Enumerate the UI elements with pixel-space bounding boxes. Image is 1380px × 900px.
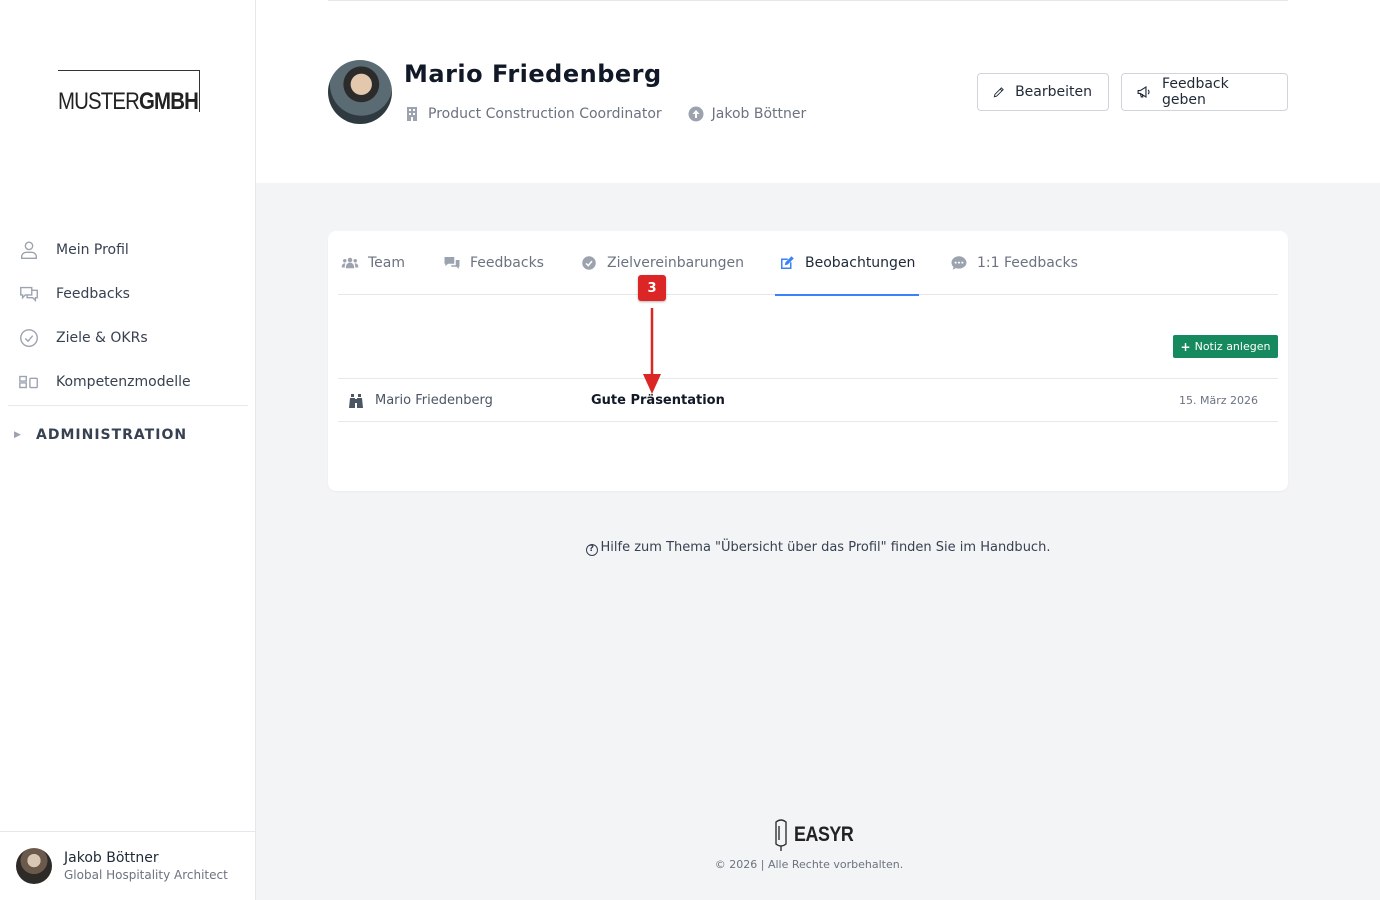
sidebar-item-mein-profil[interactable]: Mein Profil: [8, 228, 248, 272]
profile-position-text: Product Construction Coordinator: [428, 106, 662, 122]
sidebar-item-label: Feedbacks: [56, 286, 130, 302]
tab-label: Zielvereinbarungen: [607, 255, 745, 271]
tab-label: Feedbacks: [470, 255, 544, 271]
logo-text-light: MUSTER: [58, 88, 140, 115]
give-feedback-button[interactable]: Feedback geben: [1121, 73, 1288, 111]
chat-bubbles-icon: [20, 286, 38, 303]
sidebar-item-administration[interactable]: ▶ ADMINISTRATION: [8, 406, 248, 464]
copyright: © 2026 | Alle Rechte vorbehalten.: [714, 858, 904, 871]
profile-header: Mario Friedenberg Product Construction C…: [256, 0, 1380, 183]
building-icon: [407, 107, 417, 121]
plus-icon: +: [1180, 339, 1191, 354]
check-circle-icon: [20, 329, 38, 347]
tab-team[interactable]: Team: [341, 231, 405, 295]
current-user-role: Global Hospitality Architect: [64, 868, 228, 882]
tab-1-1-feedbacks[interactable]: 1:1 Feedbacks: [950, 231, 1078, 295]
profile-meta: Product Construction Coordinator Jakob B…: [404, 106, 832, 122]
pencil-icon: [993, 87, 1004, 98]
comment-dots-icon: [951, 256, 967, 270]
tab-feedbacks[interactable]: Feedbacks: [443, 231, 544, 295]
megaphone-icon: [1137, 86, 1150, 98]
profile-manager: Jakob Böttner: [688, 106, 807, 122]
company-logo[interactable]: MUSTERGMBH: [58, 70, 200, 115]
tab-beobachtungen[interactable]: Beobachtungen: [774, 231, 920, 296]
sidebar-item-label: Kompetenzmodelle: [56, 374, 191, 390]
give-feedback-button-label: Feedback geben: [1162, 76, 1229, 108]
help-text-content[interactable]: Hilfe zum Thema "Übersicht über das Prof…: [601, 540, 1051, 555]
current-user[interactable]: Jakob Böttner Global Hospitality Archite…: [0, 831, 255, 900]
users-icon: [341, 257, 359, 269]
sidebar-admin-label: ADMINISTRATION: [36, 427, 188, 443]
footer-logo: EASYR: [771, 817, 864, 853]
logo-text-bold: GMBH: [139, 88, 199, 115]
step-annotation-badge: 3: [638, 275, 666, 301]
caret-right-icon: ▶: [14, 430, 21, 440]
add-note-button[interactable]: + Notiz anlegen: [1173, 335, 1278, 358]
profile-position: Product Construction Coordinator: [404, 106, 662, 122]
observation-author: Mario Friedenberg: [375, 392, 493, 408]
add-note-button-label: Notiz anlegen: [1194, 340, 1271, 353]
sidebar-item-kompetenzmodelle[interactable]: Kompetenzmodelle: [8, 360, 248, 404]
arrow-up-circle-icon: [688, 106, 704, 122]
sidebar-item-label: Mein Profil: [56, 242, 129, 258]
check-circle-icon: [582, 256, 596, 270]
edit-button-label: Bearbeiten: [1015, 84, 1092, 100]
blocks-icon: [19, 375, 38, 389]
tab-label: Beobachtungen: [805, 255, 916, 271]
profile-manager-text: Jakob Böttner: [711, 106, 807, 122]
observation-date: 15. März 2026: [1178, 393, 1258, 407]
profile-tabs-card: Team Feedbacks Zielvereinbarungen Beobac…: [328, 231, 1288, 491]
help-text: ? Hilfe zum Thema "Übersicht über das Pro…: [256, 540, 1380, 556]
profile-avatar: [328, 60, 392, 124]
edit-button[interactable]: Bearbeiten: [977, 73, 1109, 111]
tab-label: 1:1 Feedbacks: [977, 255, 1078, 271]
tab-bar: Team Feedbacks Zielvereinbarungen Beobac…: [338, 231, 1278, 296]
profile-name: Mario Friedenberg: [404, 60, 662, 88]
edit-icon: [781, 256, 794, 269]
sidebar-item-feedbacks[interactable]: Feedbacks: [8, 272, 248, 316]
sidebar: MUSTERGMBH Mein Profil Feedbacks Ziele &…: [0, 0, 256, 900]
footer-brand: EASYR: [794, 823, 854, 846]
sidebar-item-label: Ziele & OKRs: [56, 330, 148, 346]
annotation-arrow-down-icon: [643, 308, 661, 394]
sidebar-item-ziele-okrs[interactable]: Ziele & OKRs: [8, 316, 248, 360]
sidebar-nav: Mein Profil Feedbacks Ziele & OKRs Kompe…: [8, 228, 248, 464]
tab-label: Team: [368, 255, 406, 271]
easyr-logo-icon: [775, 819, 787, 851]
comments-icon: [444, 257, 460, 269]
avatar: [16, 848, 52, 884]
binoculars-icon: [349, 394, 363, 408]
header-divider: [328, 0, 1288, 1]
user-icon: [20, 241, 38, 259]
table-row[interactable]: Mario Friedenberg Gute Präsentation 15. …: [338, 378, 1278, 422]
question-circle-icon: ?: [585, 544, 598, 556]
current-user-name: Jakob Böttner: [64, 850, 159, 866]
